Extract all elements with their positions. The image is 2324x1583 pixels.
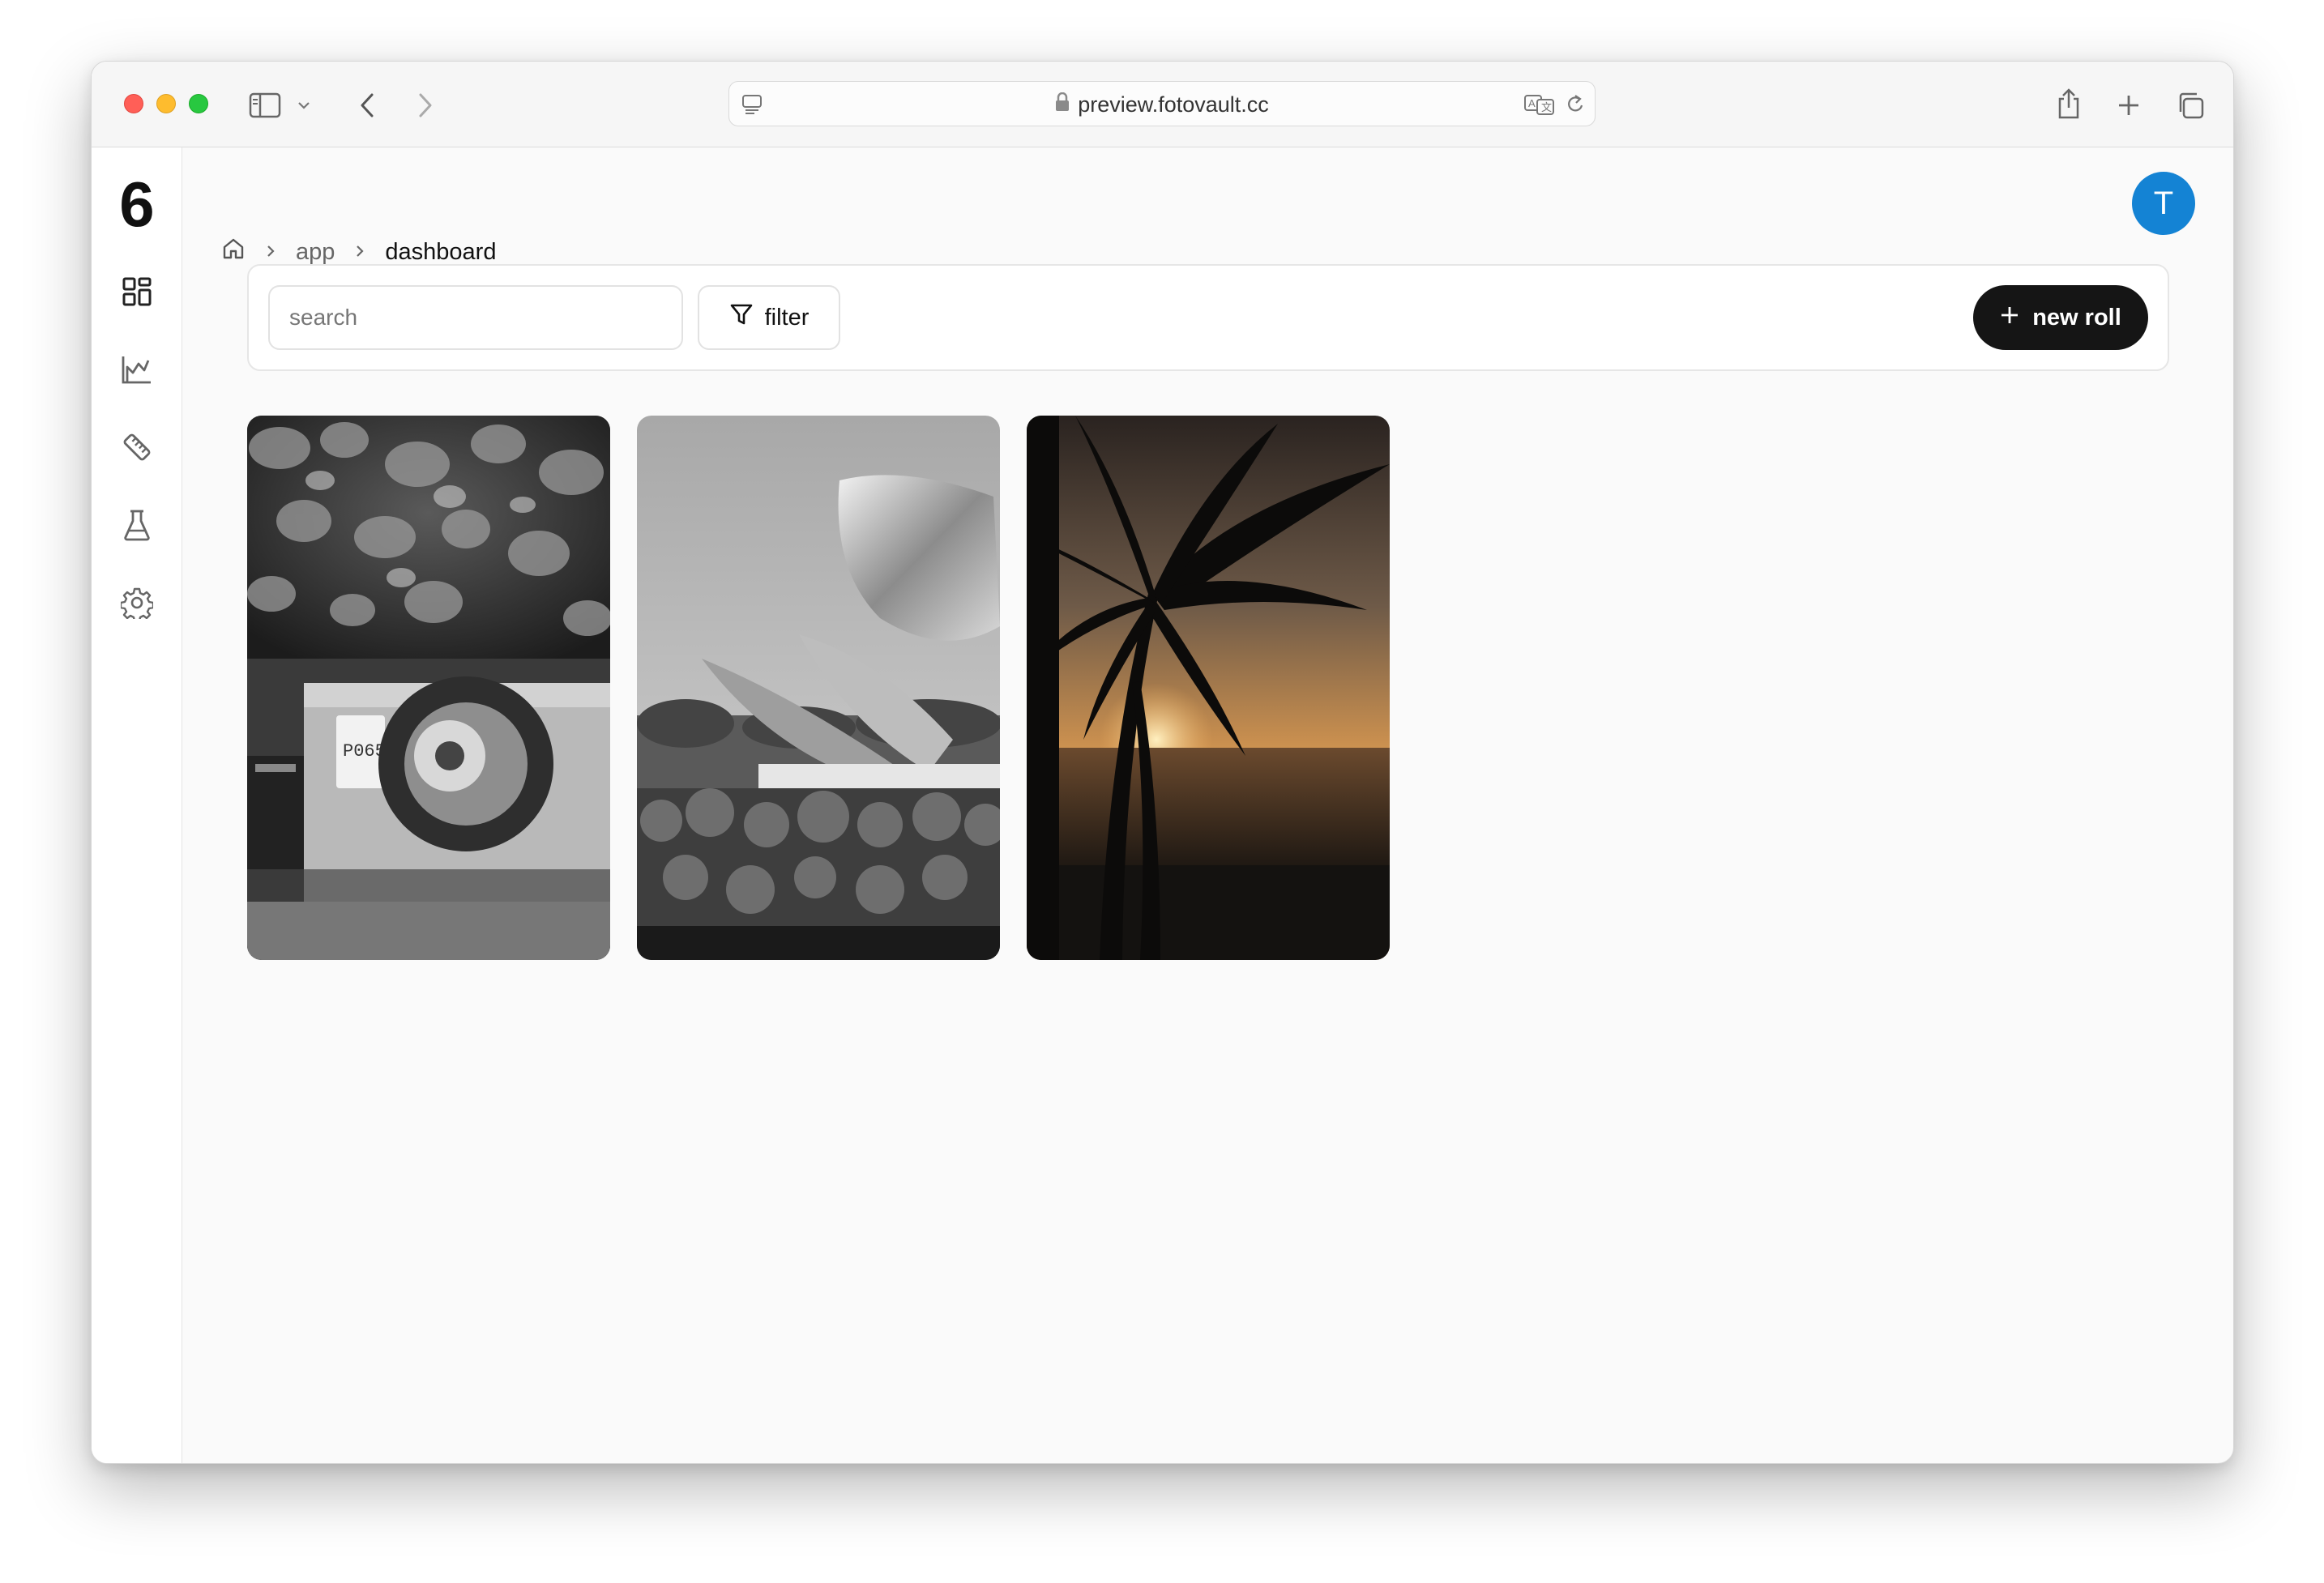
sidebar-item-analytics[interactable] [116, 348, 158, 390]
ruler-icon [123, 433, 151, 461]
fullscreen-window-button[interactable] [189, 94, 208, 113]
chart-icon [122, 356, 151, 384]
browser-titlebar: preview.fotovault.cc A文 [92, 62, 2233, 147]
lock-icon [1055, 92, 1070, 117]
share-icon[interactable] [2053, 84, 2085, 123]
roll-thumbnail [1027, 416, 1390, 960]
new-tab-icon[interactable] [2113, 89, 2145, 122]
app-logo[interactable]: 6 [92, 172, 182, 237]
sidebar-item-lab[interactable] [116, 504, 158, 546]
breadcrumb-dashboard: dashboard [385, 238, 497, 265]
address-bar[interactable]: preview.fotovault.cc A文 [728, 81, 1596, 126]
sidebar-toggle-icon[interactable] [247, 89, 283, 122]
chevron-right-icon [354, 239, 365, 266]
flask-icon [124, 510, 150, 541]
forward-arrow-icon[interactable] [409, 89, 442, 122]
roll-thumbnail [637, 416, 1000, 960]
dashboard-grid-icon [122, 277, 152, 306]
minimize-window-button[interactable] [156, 94, 176, 113]
gear-icon [121, 587, 153, 619]
reload-icon[interactable] [1562, 92, 1588, 117]
plus-icon [2000, 305, 2019, 331]
new-roll-button[interactable]: new roll [1973, 285, 2148, 350]
roll-thumbnail: P065 [247, 416, 610, 960]
filter-button[interactable]: filter [698, 285, 840, 350]
filter-icon [729, 302, 754, 333]
toolbar-panel: filter new roll [247, 264, 2169, 371]
app-sidebar: 6 [92, 147, 182, 1463]
search-input[interactable] [268, 285, 683, 350]
sidebar-item-settings[interactable] [116, 582, 158, 624]
translate-icon[interactable]: A文 [1523, 92, 1556, 117]
roll-card-jeep[interactable]: P065 [247, 416, 610, 960]
browser-window: preview.fotovault.cc A文 6 app dashboard … [91, 61, 2234, 1464]
new-roll-label: new roll [2032, 304, 2121, 331]
breadcrumb-app[interactable]: app [296, 239, 335, 266]
svg-text:文: 文 [1541, 102, 1552, 114]
svg-text:A: A [1528, 97, 1536, 109]
chevron-right-icon [265, 239, 276, 266]
sidebar-item-measure[interactable] [116, 426, 158, 468]
back-arrow-icon[interactable] [351, 89, 383, 122]
url-text: preview.fotovault.cc [1078, 92, 1269, 117]
avatar[interactable]: T [2132, 172, 2195, 235]
roll-card-sculpture[interactable] [637, 416, 1000, 960]
roll-card-sunset[interactable] [1027, 416, 1390, 960]
tab-overview-icon[interactable] [2172, 87, 2208, 123]
close-window-button[interactable] [124, 94, 143, 113]
sidebar-item-dashboard[interactable] [116, 271, 158, 313]
home-icon[interactable] [221, 237, 246, 267]
chevron-down-icon[interactable] [294, 97, 314, 113]
filter-label: filter [764, 304, 810, 331]
